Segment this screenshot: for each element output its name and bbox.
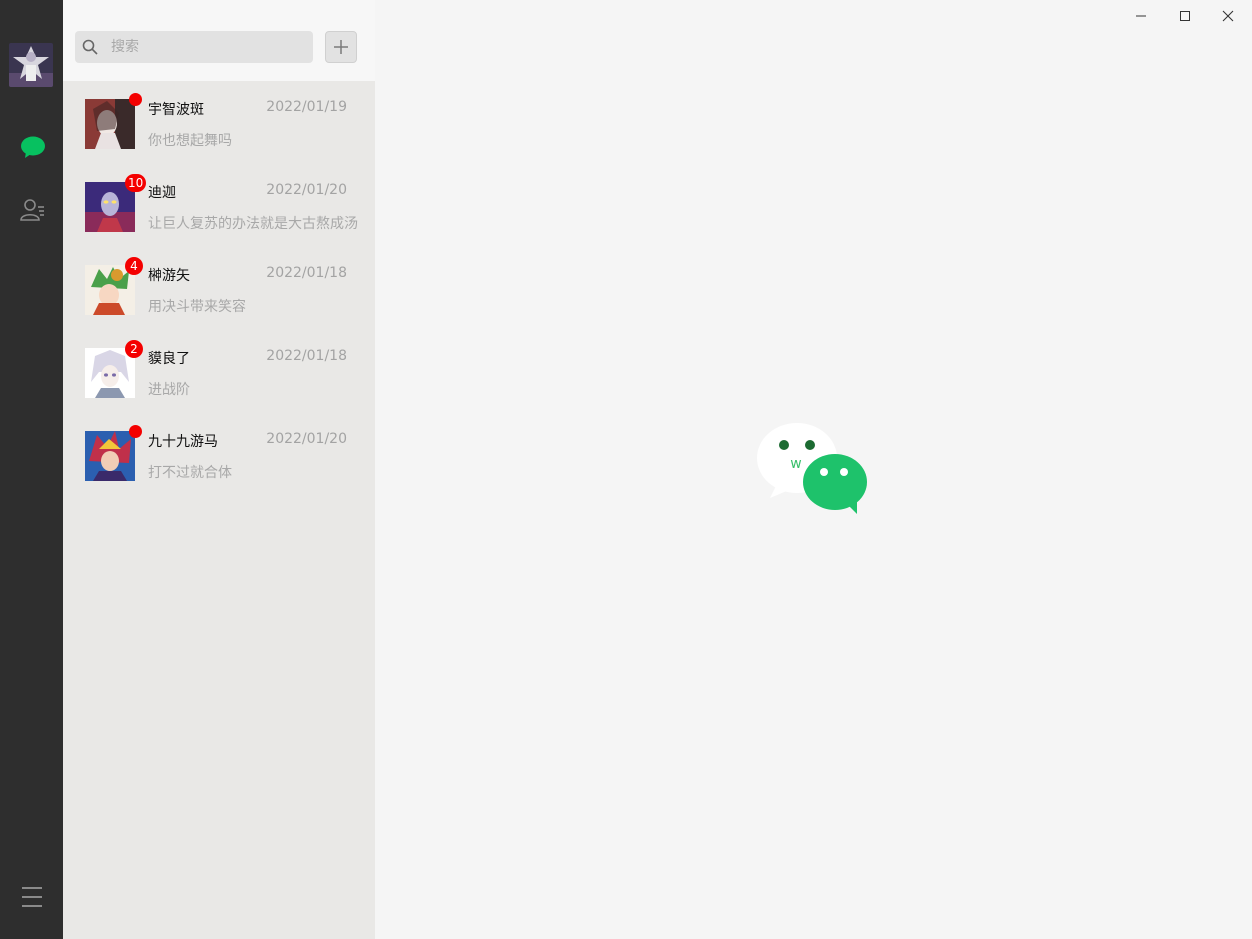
- search-box[interactable]: [75, 31, 313, 63]
- unread-dot: [129, 425, 142, 438]
- minimize-icon[interactable]: [1131, 6, 1151, 26]
- conversation-name: 九十九游马: [148, 434, 218, 450]
- conversation-name: 榊游矢: [148, 268, 190, 284]
- search-area: [63, 0, 375, 81]
- profile-avatar[interactable]: [9, 43, 53, 87]
- conversation-name: 迪迦: [148, 185, 176, 201]
- conversation-list: 宇智波斑 2022/01/19 你也想起舞吗 10 迪迦 2022/01/20 …: [63, 81, 375, 496]
- conversation-item[interactable]: 宇智波斑 2022/01/19 你也想起舞吗: [63, 81, 375, 164]
- conversation-panel: 宇智波斑 2022/01/19 你也想起舞吗 10 迪迦 2022/01/20 …: [63, 0, 375, 939]
- conversation-preview: 进战阶: [148, 382, 190, 398]
- close-icon[interactable]: [1218, 6, 1238, 26]
- unread-badge: 2: [125, 340, 143, 358]
- conversation-time: 2022/01/19: [266, 99, 347, 115]
- menu-icon[interactable]: [19, 884, 45, 910]
- unread-badge: 4: [125, 257, 143, 275]
- wechat-logo: w: [755, 420, 870, 516]
- unread-badge: 10: [125, 174, 147, 192]
- conversation-preview: 打不过就合体: [148, 465, 232, 481]
- unread-dot: [129, 93, 142, 106]
- conversation-time: 2022/01/18: [266, 265, 347, 281]
- conversation-preview: 让巨人复苏的办法就是大古熬成汤: [148, 216, 358, 232]
- conversation-name: 貘良了: [148, 351, 190, 367]
- search-input[interactable]: [111, 31, 307, 63]
- conversation-item[interactable]: 2 貘良了 2022/01/18 进战阶: [63, 330, 375, 413]
- maximize-icon[interactable]: [1175, 6, 1195, 26]
- sidebar: [0, 0, 63, 939]
- conversation-item[interactable]: 10 迪迦 2022/01/20 让巨人复苏的办法就是大古熬成汤: [63, 164, 375, 247]
- conversation-time: 2022/01/18: [266, 348, 347, 364]
- conversation-item[interactable]: 4 榊游矢 2022/01/18 用决斗带来笑容: [63, 247, 375, 330]
- conversation-preview: 用决斗带来笑容: [148, 299, 246, 315]
- avatar: [85, 431, 135, 481]
- conversation-preview: 你也想起舞吗: [148, 133, 232, 149]
- conversation-name: 宇智波斑: [148, 102, 204, 118]
- conversation-time: 2022/01/20: [266, 182, 347, 198]
- conversation-time: 2022/01/20: [266, 431, 347, 447]
- avatar: [85, 99, 135, 149]
- chat-icon[interactable]: [19, 133, 47, 161]
- logo-letter: w: [790, 456, 801, 472]
- plus-icon: [334, 40, 348, 54]
- chat-area-empty: w: [375, 0, 1252, 939]
- search-icon: [82, 39, 98, 55]
- contacts-icon[interactable]: [19, 196, 47, 224]
- conversation-item[interactable]: 九十九游马 2022/01/20 打不过就合体: [63, 413, 375, 496]
- add-button[interactable]: [325, 31, 357, 63]
